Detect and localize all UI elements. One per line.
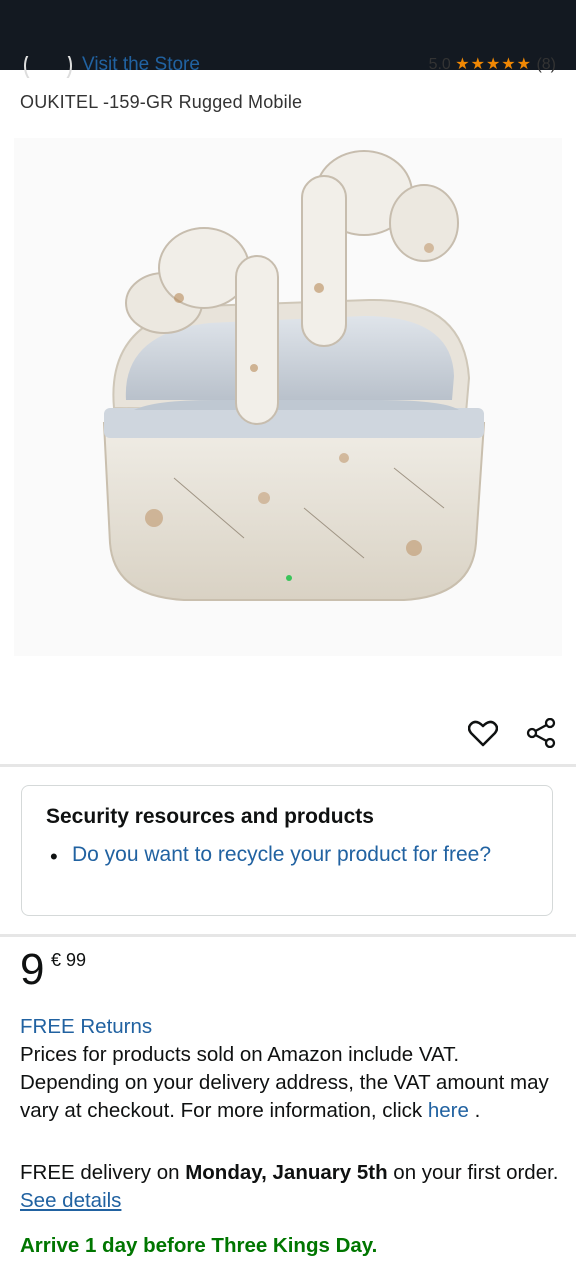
- product-title: OUKITEL -159-GR Rugged Mobile: [20, 92, 303, 112]
- product-actions: [466, 716, 558, 750]
- delivery-date: Monday, January 5th: [185, 1161, 388, 1184]
- security-card-heading: Security resources and products: [46, 805, 374, 828]
- rating-count: (8): [536, 56, 556, 73]
- delivery-prefix: FREE delivery on: [20, 1161, 186, 1184]
- product-image[interactable]: [14, 138, 562, 656]
- arrive-message: Arrive 1 day before Three Kings Day.: [20, 1234, 378, 1257]
- section-divider: [0, 764, 576, 767]
- store-row: Visit the Store 5.0 ★★★★★ (8): [0, 56, 576, 78]
- rating-summary[interactable]: 5.0 ★★★★★ (8): [429, 56, 556, 74]
- vat-notice: Prices for products sold on Amazon inclu…: [20, 1041, 560, 1125]
- free-returns-link[interactable]: FREE Returns: [20, 1013, 560, 1041]
- vat-here-link[interactable]: here: [428, 1099, 469, 1122]
- price: 9 € 99: [20, 945, 86, 996]
- section-divider: [0, 934, 576, 937]
- earbuds-case-image: [102, 150, 486, 601]
- heart-icon[interactable]: [466, 716, 500, 750]
- price-whole: 9: [20, 945, 45, 994]
- rating-value: 5.0: [428, 56, 451, 73]
- delivery-suffix: on your first order.: [387, 1161, 559, 1184]
- recycle-product-link[interactable]: Do you want to recycle your product for …: [72, 841, 512, 869]
- price-currency-fraction: € 99: [51, 950, 87, 970]
- see-details-link[interactable]: See details: [20, 1189, 121, 1212]
- star-rating-icon: ★★★★★: [455, 56, 532, 73]
- security-card: Security resources and products • Do you…: [21, 785, 553, 916]
- visit-store-link[interactable]: Visit the Store: [82, 56, 200, 76]
- share-icon[interactable]: [524, 716, 558, 750]
- bullet-point: •: [50, 844, 58, 869]
- delivery-info: FREE delivery on Monday, January 5th on …: [20, 1159, 560, 1215]
- vat-tail: .: [468, 1099, 481, 1122]
- store-logo[interactable]: [24, 56, 72, 78]
